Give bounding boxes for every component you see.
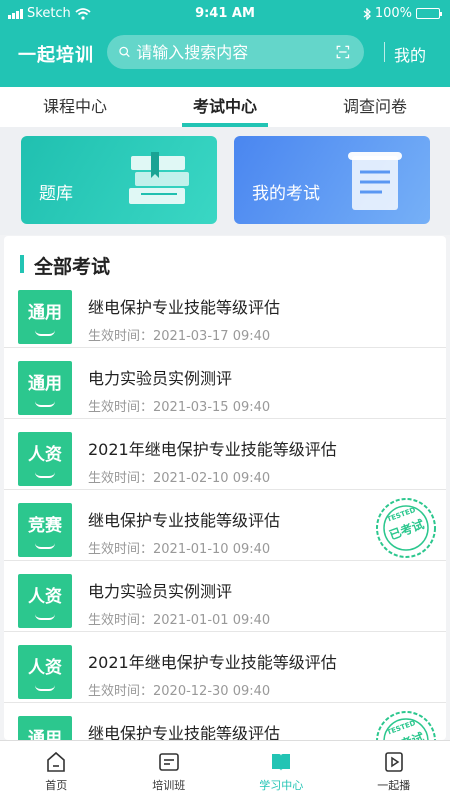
exam-category-badge: 通用 bbox=[18, 361, 72, 415]
exam-effective-time: 生效时间：2021-03-15 09:40 bbox=[88, 396, 270, 415]
app-title: 一起培训 bbox=[18, 45, 94, 66]
smile-icon bbox=[35, 614, 55, 620]
exam-row[interactable]: 人资 2021年继电保护专业技能等级评估 生效时间：2020-12-30 09:40 bbox=[4, 632, 446, 703]
status-bar: Sketch 9:41 AM 100% bbox=[0, 0, 450, 28]
effective-time-value: 2021-03-15 09:40 bbox=[153, 400, 271, 415]
exam-title: 继电保护专业技能等级评估 bbox=[88, 724, 281, 740]
search-box[interactable] bbox=[107, 35, 364, 69]
exam-row[interactable]: 人资 电力实验员实例测评生效时间：2021-01-01 09:40 bbox=[4, 561, 446, 632]
my-exam-label: 我的考试 bbox=[252, 184, 320, 204]
exam-category-badge: 通用 bbox=[18, 290, 72, 344]
exam-category-badge: 人资 bbox=[18, 645, 72, 699]
nav-live[interactable]: 一起播 bbox=[338, 741, 450, 800]
tab-bar: 课程中心 考试中心 调查问卷 bbox=[0, 87, 450, 127]
exam-title: 2021年继电保护专业技能等级评估 bbox=[88, 653, 337, 672]
exam-title: 继电保护专业技能等级评估 bbox=[88, 511, 281, 530]
exam-category-label: 通用 bbox=[28, 374, 62, 394]
exam-category-badge: 竞赛 bbox=[18, 503, 72, 557]
effective-time-value: 2021-01-10 09:40 bbox=[153, 542, 271, 557]
exam-title: 继电保护专业技能等级评估 bbox=[88, 298, 281, 317]
scroll-icon bbox=[348, 152, 402, 210]
exam-category-label: 通用 bbox=[28, 729, 62, 740]
mine-link[interactable]: 我的 bbox=[394, 42, 426, 66]
bottom-nav: 首页 培训班 学习中心 一起播 bbox=[0, 740, 450, 800]
effective-time-prefix: 生效时间： bbox=[88, 613, 154, 628]
exam-effective-time: 生效时间：2021-03-17 09:40 bbox=[88, 325, 270, 344]
header-divider bbox=[384, 42, 385, 62]
exam-category-badge: 人资 bbox=[18, 574, 72, 628]
quick-cards: 题库 我的考试 bbox=[0, 127, 450, 235]
nav-class[interactable]: 培训班 bbox=[113, 741, 226, 800]
search-icon bbox=[119, 46, 130, 58]
class-icon bbox=[158, 753, 179, 771]
effective-time-value: 2020-12-30 09:40 bbox=[153, 684, 271, 699]
battery-icon bbox=[416, 8, 442, 19]
question-bank-card[interactable]: 题库 bbox=[21, 136, 217, 224]
exam-row[interactable]: 通用 继电保护专业技能等级评估 生效时间：2021-03-17 09:40 bbox=[4, 277, 446, 348]
exam-row[interactable]: 通用 继电保护专业技能等级评估 TESTED已考试 bbox=[4, 703, 446, 740]
smile-icon bbox=[35, 685, 55, 691]
smile-icon bbox=[35, 401, 55, 407]
nav-live-label: 一起播 bbox=[377, 779, 411, 792]
exam-effective-time: 生效时间：2021-01-10 09:40 bbox=[88, 538, 270, 557]
exam-category-label: 人资 bbox=[28, 445, 62, 465]
exam-category-label: 竞赛 bbox=[28, 516, 62, 536]
exam-title: 电力实验员实例测评 bbox=[88, 369, 233, 388]
exam-row[interactable]: 竞赛 继电保护专业技能等级评估 生效时间：2021-01-10 09:40 TESTE… bbox=[4, 490, 446, 561]
effective-time-prefix: 生效时间： bbox=[88, 329, 154, 344]
exam-category-badge: 通用 bbox=[18, 716, 72, 740]
nav-learning-center-label: 学习中心 bbox=[259, 779, 304, 792]
tab-exam-center[interactable]: 考试中心 bbox=[150, 87, 300, 127]
books-icon bbox=[129, 152, 189, 204]
effective-time-value: 2021-01-01 09:40 bbox=[153, 613, 271, 628]
play-icon bbox=[384, 752, 403, 772]
scan-icon[interactable] bbox=[336, 41, 350, 63]
nav-home-label: 首页 bbox=[45, 779, 68, 792]
tab-course-center[interactable]: 课程中心 bbox=[0, 87, 150, 127]
effective-time-prefix: 生效时间： bbox=[88, 471, 154, 486]
effective-time-prefix: 生效时间： bbox=[88, 542, 154, 557]
exam-category-label: 通用 bbox=[28, 303, 62, 323]
smile-icon bbox=[35, 330, 55, 336]
effective-time-prefix: 生效时间： bbox=[88, 684, 154, 699]
exam-category-badge: 人资 bbox=[18, 432, 72, 486]
bluetooth-icon bbox=[363, 7, 371, 20]
my-exam-card[interactable]: 我的考试 bbox=[234, 136, 430, 224]
question-bank-label: 题库 bbox=[39, 184, 73, 204]
effective-time-value: 2021-02-10 09:40 bbox=[153, 471, 271, 486]
exam-effective-time: 生效时间：2021-02-10 09:40 bbox=[88, 467, 270, 486]
header: Sketch 9:41 AM 100% 一起培训 我的 bbox=[0, 0, 450, 87]
nav-home[interactable]: 首页 bbox=[0, 741, 113, 800]
smile-icon bbox=[35, 543, 55, 549]
search-input[interactable] bbox=[136, 42, 337, 62]
home-icon bbox=[47, 751, 66, 772]
exam-row[interactable]: 通用 电力实验员实例测评生效时间：2021-03-15 09:40 bbox=[4, 348, 446, 419]
nav-learning-center[interactable]: 学习中心 bbox=[225, 741, 338, 800]
exam-title: 电力实验员实例测评 bbox=[88, 582, 233, 601]
exam-category-label: 人资 bbox=[28, 658, 62, 678]
exam-category-label: 人资 bbox=[28, 587, 62, 607]
battery-percent: 100% bbox=[374, 6, 412, 21]
nav-class-label: 培训班 bbox=[152, 779, 186, 792]
tab-survey[interactable]: 调查问卷 bbox=[300, 87, 450, 127]
effective-time-prefix: 生效时间： bbox=[88, 400, 154, 415]
effective-time-value: 2021-03-17 09:40 bbox=[153, 329, 271, 344]
tested-stamp: TESTED已考试 bbox=[376, 498, 436, 558]
exam-effective-time: 生效时间：2021-01-01 09:40 bbox=[88, 609, 270, 628]
tested-stamp: TESTED已考试 bbox=[376, 711, 436, 740]
exam-row[interactable]: 人资 2021年继电保护专业技能等级评估 生效时间：2021-02-10 09:40 bbox=[4, 419, 446, 490]
smile-icon bbox=[35, 472, 55, 478]
exam-title: 2021年继电保护专业技能等级评估 bbox=[88, 440, 337, 459]
section-title: 全部考试 bbox=[20, 252, 110, 279]
exam-list-panel: 全部考试 通用 继电保护专业技能等级评估 生效时间：2021-03-17 09:40… bbox=[4, 236, 446, 740]
exam-effective-time: 生效时间：2020-12-30 09:40 bbox=[88, 680, 270, 699]
book-icon bbox=[272, 754, 291, 771]
